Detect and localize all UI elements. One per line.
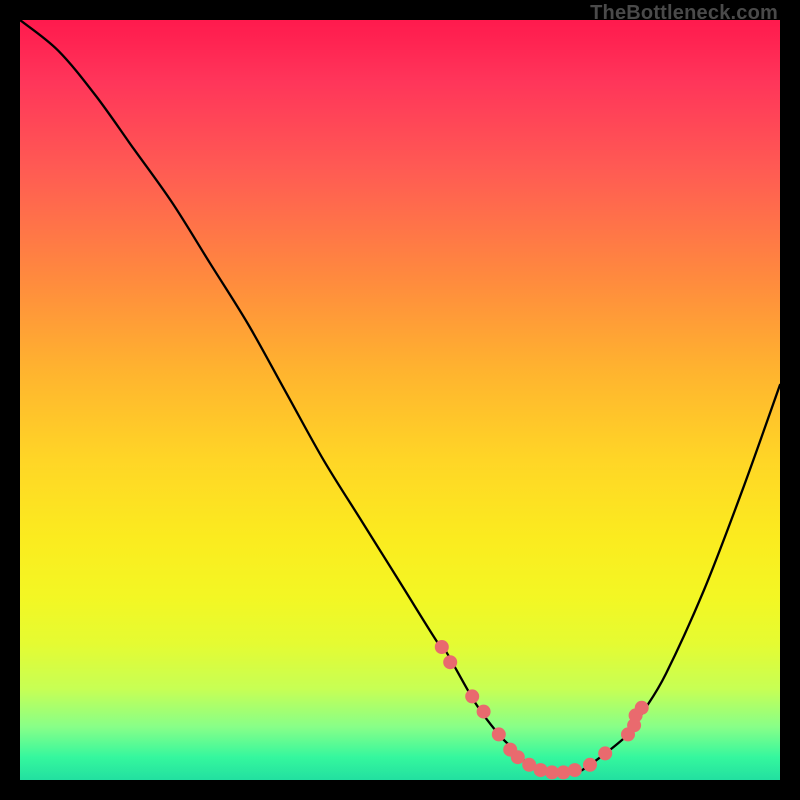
chart-gradient-background xyxy=(20,20,780,780)
chart-frame xyxy=(20,20,780,780)
attribution-text: TheBottleneck.com xyxy=(590,2,778,25)
